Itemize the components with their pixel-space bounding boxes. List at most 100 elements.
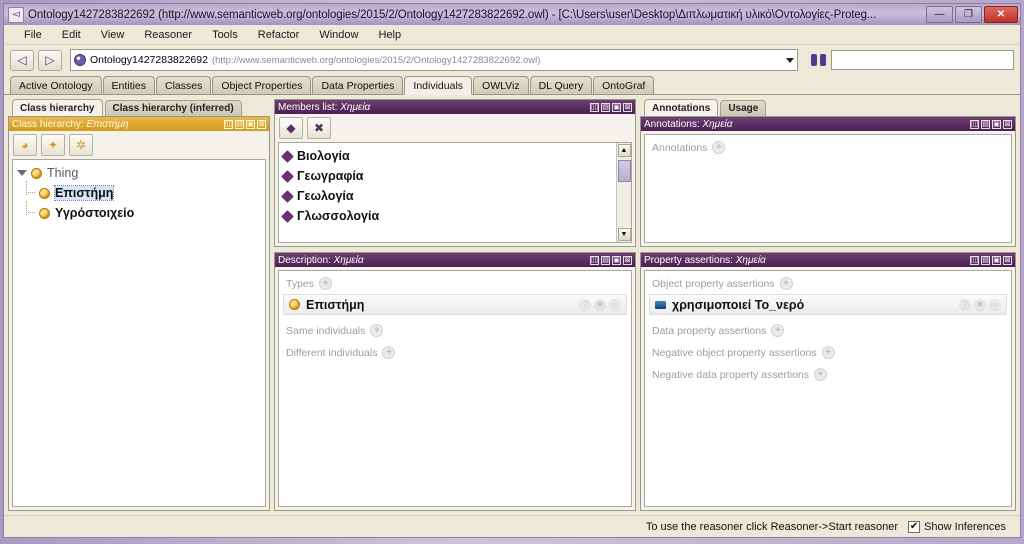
menu-item-help[interactable]: Help bbox=[368, 27, 411, 43]
subtab-annotations[interactable]: Annotations bbox=[644, 99, 719, 116]
tree-node-label: Thing bbox=[47, 166, 79, 180]
checkbox-icon[interactable]: ✔ bbox=[908, 520, 921, 533]
annotations-form: Annotations + bbox=[644, 134, 1012, 243]
types-row[interactable]: Επιστήμη ? ✖ ○ bbox=[283, 294, 627, 315]
list-item[interactable]: Βιολογία bbox=[281, 146, 612, 166]
list-item[interactable]: Γλωσσολογία bbox=[281, 206, 612, 226]
panel-close-icon[interactable]: ⊠ bbox=[1003, 119, 1012, 129]
tab-ontograf[interactable]: OntoGraf bbox=[593, 76, 655, 94]
members-list-scrollbar[interactable]: ▲ ▼ bbox=[616, 143, 631, 242]
scroll-up-icon[interactable]: ▲ bbox=[617, 144, 631, 157]
workspace: Class hierarchy Class hierarchy (inferre… bbox=[4, 95, 1020, 515]
tree-node-epistimi[interactable]: Επιστήμη bbox=[17, 181, 261, 203]
explain-icon[interactable]: ? bbox=[579, 298, 591, 311]
delete-individual-button[interactable]: ✖ bbox=[307, 117, 331, 139]
tree-node-thing[interactable]: Thing bbox=[17, 163, 261, 183]
panel-minimize-icon[interactable]: ▤ bbox=[981, 119, 990, 129]
list-item-label: Βιολογία bbox=[297, 149, 350, 163]
list-item-label: Γλωσσολογία bbox=[297, 209, 380, 223]
panel-maximize-icon[interactable]: ▣ bbox=[992, 119, 1001, 129]
add-same-individual-button[interactable]: + bbox=[370, 324, 384, 337]
add-annotation-button[interactable]: + bbox=[712, 141, 726, 154]
section-label: Same individuals bbox=[286, 324, 366, 337]
menu-item-reasoner[interactable]: Reasoner bbox=[134, 27, 202, 43]
panel-split-icon[interactable]: ▯▯ bbox=[590, 102, 599, 112]
window-titlebar: ◅ Ontology1427283822692 (http://www.sema… bbox=[3, 3, 1021, 25]
scroll-down-icon[interactable]: ▼ bbox=[617, 228, 631, 241]
add-type-button[interactable]: + bbox=[319, 277, 333, 290]
panel-maximize-icon[interactable]: ▣ bbox=[246, 119, 255, 129]
add-negative-object-property-assertion-button[interactable]: + bbox=[821, 346, 835, 359]
add-negative-data-property-assertion-button[interactable]: + bbox=[814, 368, 828, 381]
tab-dl-query[interactable]: DL Query bbox=[529, 76, 593, 94]
panel-split-icon[interactable]: ▯▯ bbox=[590, 255, 599, 265]
panel-minimize-icon[interactable]: ▤ bbox=[601, 102, 610, 112]
annotations-header: Annotations: Χημεία ▯▯ ▤ ▣ ⊠ bbox=[641, 117, 1015, 131]
explain-icon[interactable]: ? bbox=[959, 298, 971, 311]
tab-active-ontology[interactable]: Active Ontology bbox=[10, 76, 102, 94]
forward-button[interactable]: ▷ bbox=[38, 49, 62, 71]
ontology-selector[interactable]: Ontology1427283822692 (http://www.semant… bbox=[70, 49, 798, 71]
show-inferences-checkbox[interactable]: ✔ Show Inferences bbox=[908, 520, 1006, 533]
object-property-assertion-row[interactable]: χρησιμοποιεί Το_νερό ? ✖ ○ bbox=[649, 294, 1007, 315]
section-label: Data property assertions bbox=[652, 324, 767, 337]
menu-item-window[interactable]: Window bbox=[309, 27, 368, 43]
panel-close-icon[interactable]: ⊠ bbox=[623, 255, 632, 265]
panel-split-icon[interactable]: ▯▯ bbox=[970, 255, 979, 265]
list-item[interactable]: Γεωγραφία bbox=[281, 166, 612, 186]
class-hierarchy-tree[interactable]: Thing Επιστήμη Υγρόστοιχείο bbox=[12, 159, 266, 507]
add-data-property-assertion-button[interactable]: + bbox=[771, 324, 785, 337]
add-object-property-assertion-button[interactable]: + bbox=[779, 277, 793, 290]
panel-minimize-icon[interactable]: ▤ bbox=[981, 255, 990, 265]
menu-item-tools[interactable]: Tools bbox=[202, 27, 248, 43]
list-item[interactable]: Γεωλογία bbox=[281, 186, 612, 206]
panel-close-icon[interactable]: ⊠ bbox=[623, 102, 632, 112]
expand-collapse-icon[interactable] bbox=[17, 170, 27, 176]
subtab-class-hierarchy-inferred[interactable]: Class hierarchy (inferred) bbox=[104, 100, 242, 116]
tab-entities[interactable]: Entities bbox=[102, 76, 155, 94]
add-individual-button[interactable]: ◆ bbox=[279, 117, 303, 139]
panel-split-icon[interactable]: ▯▯ bbox=[224, 119, 233, 129]
tab-individuals[interactable]: Individuals bbox=[404, 76, 473, 95]
panel-close-icon[interactable]: ⊠ bbox=[257, 119, 266, 129]
panel-maximize-icon[interactable]: ▣ bbox=[612, 255, 621, 265]
menu-item-edit[interactable]: Edit bbox=[52, 27, 91, 43]
members-list-box[interactable]: Βιολογία Γεωγραφία Γεωλογία Γλωσσολογία … bbox=[278, 142, 632, 243]
panel-minimize-icon[interactable]: ▤ bbox=[601, 255, 610, 265]
individual-diamond-icon bbox=[281, 209, 294, 223]
panel-maximize-icon[interactable]: ▣ bbox=[612, 102, 621, 112]
header-prefix: Members list: bbox=[278, 101, 338, 113]
panel-minimize-icon[interactable]: ▤ bbox=[235, 119, 244, 129]
menu-item-refactor[interactable]: Refactor bbox=[248, 27, 310, 43]
delete-row-icon[interactable]: ✖ bbox=[974, 298, 986, 311]
tab-data-properties[interactable]: Data Properties bbox=[312, 76, 404, 94]
maximize-button[interactable]: ❐ bbox=[955, 6, 982, 23]
search-input[interactable] bbox=[831, 50, 1014, 70]
edit-row-icon[interactable]: ○ bbox=[609, 298, 621, 311]
edit-row-icon[interactable]: ○ bbox=[989, 298, 1001, 311]
delete-class-button[interactable]: ✲ bbox=[69, 134, 93, 156]
close-button[interactable]: ✕ bbox=[984, 6, 1018, 23]
subtab-usage[interactable]: Usage bbox=[720, 100, 767, 116]
tree-node-ygrostoicheio[interactable]: Υγρόστοιχείο bbox=[17, 201, 261, 223]
subtab-class-hierarchy[interactable]: Class hierarchy bbox=[12, 99, 103, 116]
minimize-button[interactable]: — bbox=[926, 6, 953, 23]
chevron-down-icon[interactable] bbox=[786, 57, 794, 63]
add-sibling-class-button[interactable]: ✦ bbox=[41, 134, 65, 156]
add-subclass-button[interactable]: ◕ bbox=[13, 134, 37, 156]
tab-owlviz[interactable]: OWLViz bbox=[473, 76, 529, 94]
panel-maximize-icon[interactable]: ▣ bbox=[992, 255, 1001, 265]
tab-classes[interactable]: Classes bbox=[155, 76, 212, 94]
section-label: Annotations bbox=[652, 141, 708, 154]
scrollbar-thumb[interactable] bbox=[617, 160, 631, 182]
tab-object-properties[interactable]: Object Properties bbox=[212, 76, 312, 94]
delete-row-icon[interactable]: ✖ bbox=[594, 298, 606, 311]
individual-diamond-icon bbox=[281, 149, 294, 163]
add-different-individual-button[interactable]: + bbox=[382, 346, 396, 359]
panel-split-icon[interactable]: ▯▯ bbox=[970, 119, 979, 129]
panel-close-icon[interactable]: ⊠ bbox=[1003, 255, 1012, 265]
menu-item-view[interactable]: View bbox=[91, 27, 135, 43]
individual-diamond-icon bbox=[281, 169, 294, 183]
menu-item-file[interactable]: File bbox=[14, 27, 52, 43]
back-button[interactable]: ◁ bbox=[10, 49, 34, 71]
